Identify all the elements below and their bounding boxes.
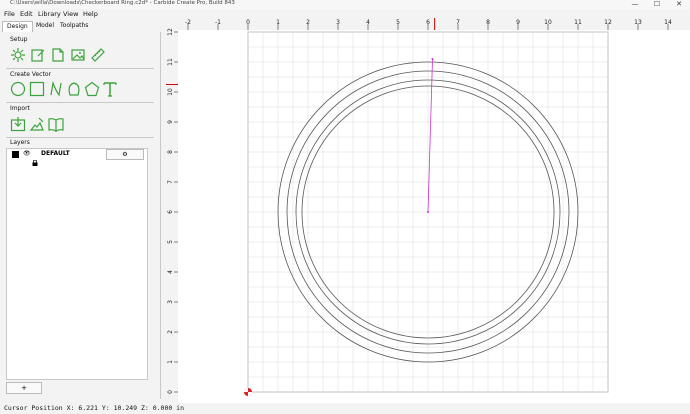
add-layer-button[interactable]: +: [6, 382, 42, 394]
ruler-x-label: 8: [486, 19, 490, 26]
ruler-x-label: 5: [396, 19, 400, 26]
gear-icon[interactable]: [10, 47, 26, 63]
divider: [6, 102, 154, 103]
ruler-x-label: 12: [604, 19, 612, 26]
close-button[interactable]: ✕: [668, 0, 690, 9]
divider: [6, 68, 154, 69]
eye-icon[interactable]: 👁: [23, 150, 31, 157]
ruler-x-label: 11: [574, 19, 582, 26]
ruler-y-label: 7: [167, 180, 174, 184]
title-bar: C:\Users\willa\Downloads\Checkerboard Ri…: [0, 0, 690, 9]
maximize-button[interactable]: ☐: [646, 0, 668, 9]
ruler-x-label: 0: [246, 19, 250, 26]
layer-settings-button[interactable]: ⚙: [106, 149, 144, 160]
ruler-y-label: 2: [167, 330, 174, 334]
status-bar: Cursor Position X: 6.221 Y: 10.249 Z: 0.…: [0, 403, 690, 414]
text-icon[interactable]: [102, 81, 118, 97]
edit-document-icon[interactable]: [30, 47, 46, 63]
menu-library[interactable]: Library: [38, 10, 61, 18]
design-panel: Setup Create Vector Import Layers 👁 DEFA…: [0, 32, 161, 399]
ruler-y-label: 0: [167, 390, 174, 394]
design-canvas[interactable]: -2 -1 0 1 2 3 4 5 6 7 8 9 10 11 12 13 14 12 11 10 9 8 7 6 5 4 3 2 1 0: [166, 18, 690, 403]
left-ruler: [166, 30, 178, 403]
menu-file[interactable]: File: [4, 10, 15, 18]
ruler-y-label: 5: [167, 240, 174, 244]
menu-view[interactable]: View: [63, 10, 78, 18]
library-icon[interactable]: [48, 116, 64, 133]
ruler-icon[interactable]: [90, 47, 106, 63]
line-node[interactable]: [427, 211, 429, 213]
tab-design[interactable]: Design: [2, 21, 33, 32]
ruler-x-label: -1: [215, 19, 221, 26]
ruler-y-label: 11: [167, 58, 174, 66]
layer-row[interactable]: 👁 DEFAULT ⚙: [8, 149, 144, 166]
cursor-position: Cursor Position X: 6.221 Y: 10.249 Z: 0.…: [4, 404, 185, 412]
ruler-x-label: 7: [456, 19, 460, 26]
origin-icon-quadrant: [244, 388, 248, 392]
layer-color-swatch[interactable]: [12, 151, 19, 158]
tab-toolpaths[interactable]: Toolpaths: [56, 21, 92, 31]
ruler-x-label: 2: [306, 19, 310, 26]
lock-icon[interactable]: [32, 151, 38, 166]
ruler-y-label: 10: [167, 88, 174, 96]
ruler-x-label: 4: [366, 19, 370, 26]
rectangle-icon[interactable]: [29, 81, 45, 97]
menu-help[interactable]: Help: [83, 10, 98, 18]
divider: [6, 137, 154, 138]
canvas-drawing[interactable]: -2 -1 0 1 2 3 4 5 6 7 8 9 10 11 12 13 141211109876543210: [166, 18, 690, 403]
ruler-x-label: -2: [185, 19, 191, 26]
ruler-y-label: 6: [167, 210, 174, 214]
ruler-x-label: 9: [516, 19, 520, 26]
tab-bar: Design Model Toolpaths: [0, 21, 160, 32]
image-icon[interactable]: [70, 47, 86, 63]
ruler-y-label: 3: [167, 300, 174, 304]
import-vectors-icon[interactable]: [29, 116, 45, 132]
ruler-x-label: 1: [276, 19, 280, 26]
new-document-icon[interactable]: [50, 47, 66, 63]
circle-icon[interactable]: [10, 81, 26, 97]
import-icon[interactable]: [10, 116, 26, 132]
import-heading: Import: [10, 105, 30, 112]
layers-list: 👁 DEFAULT ⚙: [6, 148, 148, 380]
menu-edit[interactable]: Edit: [20, 10, 33, 18]
setup-heading: Setup: [10, 36, 28, 43]
ruler-y-label: 4: [167, 270, 174, 274]
ruler-x-label: 6: [426, 19, 430, 26]
layer-name: DEFAULT: [41, 150, 70, 157]
create-vector-heading: Create Vector: [10, 71, 51, 78]
ruler-y-label: 8: [167, 150, 174, 154]
ruler-x-label: 13: [634, 19, 642, 26]
ruler-y-label: 12: [167, 28, 174, 36]
layers-heading: Layers: [10, 139, 30, 146]
curve-icon[interactable]: [48, 80, 64, 97]
ruler-x-label: 14: [664, 19, 672, 26]
tab-model[interactable]: Model: [32, 21, 58, 31]
line-node[interactable]: [431, 58, 434, 60]
origin-icon-quadrant: [248, 392, 252, 396]
polygon-icon[interactable]: [66, 81, 82, 97]
ruler-x-label: 10: [544, 19, 552, 26]
minimize-button[interactable]: —: [624, 0, 646, 9]
window-title: C:\Users\willa\Downloads\Checkerboard Ri…: [10, 0, 235, 6]
pentagon-icon[interactable]: [84, 81, 100, 97]
ruler-x-label: 3: [336, 19, 340, 26]
ruler-y-label: 9: [167, 120, 174, 124]
ruler-y-label: 1: [167, 360, 174, 364]
